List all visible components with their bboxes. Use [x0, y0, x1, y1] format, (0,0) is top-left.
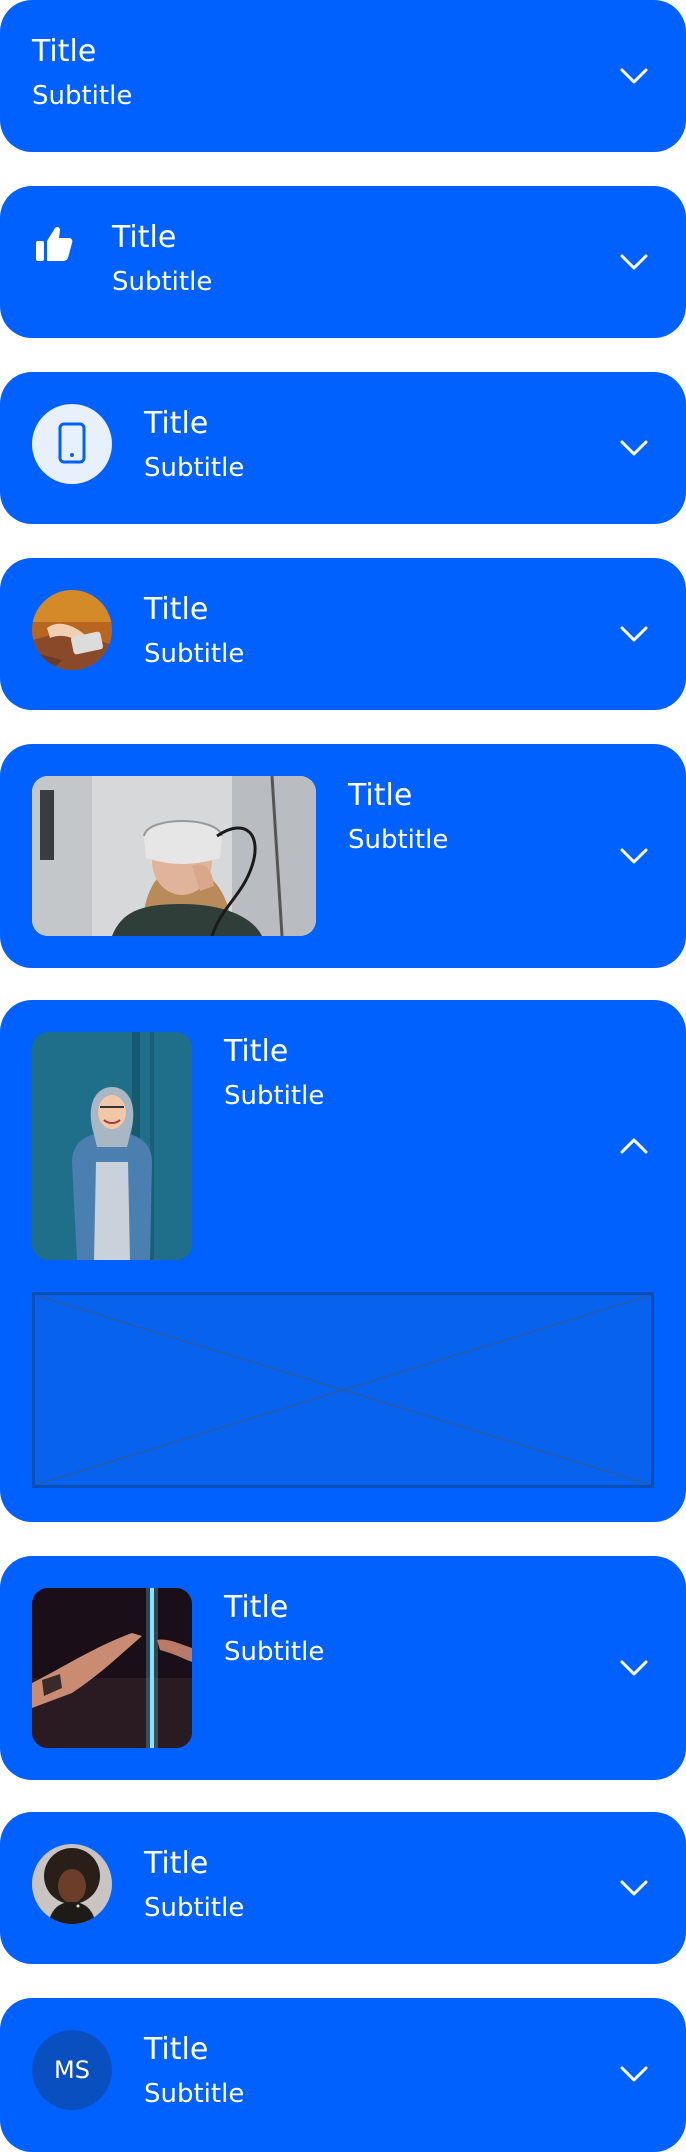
avatar-photo [32, 590, 112, 670]
card-subtitle: Subtitle [144, 2079, 245, 2109]
accordion-card-2[interactable]: Title Subtitle [0, 186, 686, 338]
accordion-card-4[interactable]: Title Subtitle [0, 558, 686, 710]
card-text: Title Subtitle [224, 1032, 324, 1112]
thumbnail [32, 776, 316, 936]
card-title: Title [144, 592, 209, 627]
chevron-down-icon[interactable] [618, 618, 650, 650]
accordion-card-1[interactable]: Title Subtitle [0, 0, 686, 152]
person-in-hoodie-photo [32, 1032, 192, 1260]
vr-headset-photo [32, 776, 316, 936]
chevron-down-icon[interactable] [618, 840, 650, 872]
card-text: Title Subtitle [144, 2030, 244, 2110]
card-subtitle: Subtitle [32, 81, 133, 111]
card-text: Title Subtitle [32, 32, 132, 112]
card-text: Title Subtitle [144, 1844, 244, 1924]
accordion-card-9[interactable]: MS Title Subtitle [0, 1998, 686, 2152]
card-text: Title Subtitle [112, 218, 212, 298]
portrait-avatar-photo [32, 1844, 112, 1924]
initials-avatar: MS [32, 2030, 112, 2110]
card-title: Title [32, 34, 97, 69]
card-subtitle: Subtitle [144, 1893, 245, 1923]
chevron-down-icon[interactable] [618, 432, 650, 464]
thumbnail [32, 1588, 192, 1748]
card-text: Title Subtitle [144, 404, 244, 484]
card-subtitle: Subtitle [112, 267, 213, 297]
chevron-up-icon[interactable] [618, 1130, 650, 1162]
card-subtitle: Subtitle [144, 639, 245, 669]
avatar [32, 1844, 112, 1924]
chevron-down-icon[interactable] [618, 2058, 650, 2090]
accordion-card-3[interactable]: Title Subtitle [0, 372, 686, 524]
accordion-card-6-expanded[interactable]: Title Subtitle [0, 1000, 686, 1522]
card-title: Title [112, 220, 177, 255]
content-placeholder [32, 1292, 654, 1488]
accordion-card-8[interactable]: Title Subtitle [0, 1812, 686, 1964]
card-title: Title [144, 406, 209, 441]
smartphone-icon [58, 422, 86, 464]
card-subtitle: Subtitle [224, 1081, 325, 1111]
icon-avatar [32, 404, 112, 484]
card-text: Title Subtitle [348, 776, 448, 856]
card-text: Title Subtitle [224, 1588, 324, 1668]
accordion-card-5[interactable]: Title Subtitle [0, 744, 686, 968]
card-title: Title [144, 2032, 209, 2067]
avatar-initials: MS [54, 2056, 90, 2084]
accordion-card-7[interactable]: Title Subtitle [0, 1556, 686, 1780]
card-text: Title Subtitle [144, 590, 244, 670]
card-subtitle: Subtitle [224, 1637, 325, 1667]
card-subtitle: Subtitle [348, 825, 449, 855]
card-title: Title [144, 1846, 209, 1881]
chevron-down-icon[interactable] [618, 1872, 650, 1904]
thumbnail [32, 1032, 192, 1260]
card-title: Title [224, 1590, 289, 1625]
thumbs-up-icon [36, 226, 73, 261]
hands-neon-photo [32, 1588, 192, 1748]
chevron-down-icon[interactable] [618, 60, 650, 92]
card-subtitle: Subtitle [144, 453, 245, 483]
card-title: Title [348, 778, 413, 813]
card-title: Title [224, 1034, 289, 1069]
chevron-down-icon[interactable] [618, 246, 650, 278]
placeholder-cross [35, 1295, 651, 1485]
chevron-down-icon[interactable] [618, 1652, 650, 1684]
avatar [32, 590, 112, 670]
